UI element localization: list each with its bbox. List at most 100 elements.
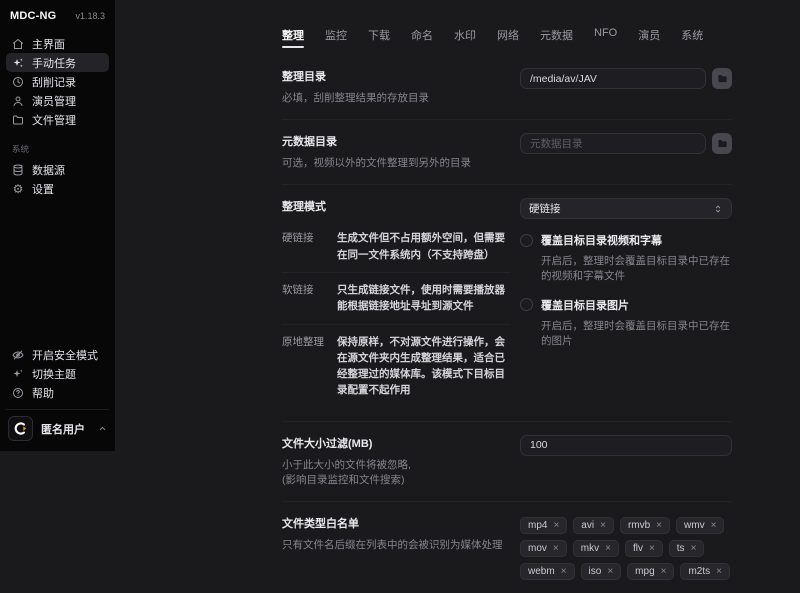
sidebar-item-data-source[interactable]: 数据源 [6,160,109,179]
tab-actor[interactable]: 演员 [638,27,660,52]
field-organize-mode: 整理模式 硬链接 生成文件但不占用额外空间，但需要在同一文件系统内（不支持跨盘）… [282,185,732,421]
tab-organize[interactable]: 整理 [282,27,304,52]
tag-iso: iso × [581,563,622,580]
browse-folder-button[interactable] [712,133,732,154]
field-organize-dir: 整理目录 必填，刮削整理结果的存放目录 [282,55,732,120]
tab-watermark[interactable]: 水印 [454,27,476,52]
sidebar-item-switch-theme[interactable]: 切换主题 [6,364,109,383]
user-icon [12,95,24,107]
toggle-desc: 开启后，整理时会覆盖目标目录中已存在的视频和字幕文件 [541,254,732,283]
checkbox-overwrite-video[interactable] [520,234,533,247]
field-desc: 可选，视频以外的文件整理到另外的目录 [282,156,510,171]
sidebar-item-label: 文件管理 [32,112,76,128]
tag-remove-icon[interactable]: × [649,544,655,554]
tag-label: avi [581,520,594,531]
tag-wmv: wmv × [676,517,724,534]
database-icon [12,164,24,176]
whitelist-tags: mp4× avi× rmvb× wmv× mov× mkv× flv× ts× … [520,517,732,580]
tag-mpg: mpg× [627,563,674,580]
tag-ts: ts × [669,540,705,557]
field-label: 文件大小过滤(MB) [282,435,510,451]
field-size-filter: 文件大小过滤(MB) 小于此大小的文件将被忽略, (影响目录监控和文件搜索) [282,422,732,502]
sidebar-item-label: 主界面 [32,36,65,52]
tag-remove-icon[interactable]: × [661,567,667,577]
field-type-whitelist: 文件类型白名单 只有文件名后缀在列表中的会被识别为媒体处理 mp4× avi× … [282,502,732,593]
tag-remove-icon[interactable]: × [656,521,662,531]
user-name: 匿名用户 [41,421,90,437]
tab-nfo[interactable]: NFO [594,27,617,52]
tag-avi: avi × [573,517,614,534]
sidebar-footer: 开启安全模式 切换主题 帮助 匿名用户 [6,345,109,443]
organize-mode-select[interactable]: 硬链接 [520,198,732,219]
organize-dir-input[interactable] [520,68,706,89]
tag-label: wmv [684,520,705,531]
sidebar-item-label: 切换主题 [32,366,76,382]
sidebar-item-label: 开启安全模式 [32,347,98,363]
tag-label: mkv [581,543,599,554]
home-icon [12,38,24,50]
tag-m2ts: m2ts × [680,563,730,580]
main-panel: 整理 监控 下载 命名 水印 网络 元数据 NFO 演员 系统 整理目录 必填，… [116,0,800,451]
sidebar-item-home[interactable]: 主界面 [6,34,109,53]
field-desc: 只有文件名后缀在列表中的会被识别为媒体处理 [282,538,510,553]
sidebar-item-settings[interactable]: ⚙ 设置 [6,179,109,198]
tag-rmvb: rmvb× [620,517,670,534]
metadata-dir-input[interactable] [520,133,706,154]
field-desc-line2: (影响目录监控和文件搜索) [282,473,510,488]
selected-option: 硬链接 [529,201,561,216]
tab-monitor[interactable]: 监控 [325,27,347,52]
avatar [8,416,33,441]
tag-mov: mov × [520,540,567,557]
tab-network[interactable]: 网络 [497,27,519,52]
tag-remove-icon[interactable]: × [605,544,611,554]
tag-label: mov [528,543,547,554]
toggle-overwrite-images: 覆盖目标目录图片 开启后，整理时会覆盖目标目录中已存在的图片 [520,297,732,348]
user-menu[interactable]: 匿名用户 [6,409,109,443]
tag-remove-icon[interactable]: × [711,521,717,531]
chevron-up-down-icon [713,204,723,214]
tag-webm: webm × [520,563,575,580]
tag-remove-icon[interactable]: × [600,521,606,531]
sidebar-item-actor-management[interactable]: 演员管理 [6,91,109,110]
sidebar-item-safe-mode[interactable]: 开启安全模式 [6,345,109,364]
tag-remove-icon[interactable]: × [553,544,559,554]
tab-system[interactable]: 系统 [681,27,703,52]
tag-label: flv [633,543,643,554]
folder-icon [717,72,728,85]
tag-label: ts [677,543,685,554]
size-filter-input[interactable] [520,435,732,456]
tab-download[interactable]: 下载 [368,27,390,52]
tab-naming[interactable]: 命名 [411,27,433,52]
tag-remove-icon[interactable]: × [691,544,697,554]
sidebar-item-manual-task[interactable]: 手动任务 [6,53,109,72]
sidebar: MDC-NG v1.18.3 主界面 手动任务 刮削记录 演员管理 文件管理 系… [0,0,116,451]
sidebar-item-label: 演员管理 [32,93,76,109]
tag-remove-icon[interactable]: × [553,521,559,531]
tab-metadata[interactable]: 元数据 [540,27,573,52]
sidebar-item-label: 手动任务 [32,55,76,71]
browse-folder-button[interactable] [712,68,732,89]
tag-label: webm [528,566,555,577]
tag-label: m2ts [688,566,710,577]
tag-label: iso [589,566,602,577]
clock-icon [12,76,24,88]
sidebar-item-scrape-records[interactable]: 刮削记录 [6,72,109,91]
sidebar-item-label: 数据源 [32,162,65,178]
app-version: v1.18.3 [75,11,105,21]
sidebar-item-help[interactable]: 帮助 [6,383,109,402]
sidebar-item-file-management[interactable]: 文件管理 [6,110,109,129]
tag-remove-icon[interactable]: × [716,567,722,577]
sidebar-item-label: 设置 [32,181,54,197]
checkbox-overwrite-images[interactable] [520,298,533,311]
organize-settings-form: 整理目录 必填，刮削整理结果的存放目录 元数据目录 可选，视频以外的文件整理到另 [282,55,732,593]
field-label: 整理目录 [282,68,510,84]
chevron-up-icon [98,424,107,433]
tag-remove-icon[interactable]: × [561,567,567,577]
tag-flv: flv × [625,540,663,557]
folder-icon [12,114,24,126]
mode-def-text: 生成文件但不占用额外空间，但需要在同一文件系统内（不支持跨盘） [337,230,510,263]
tag-remove-icon[interactable]: × [607,567,613,577]
help-icon [12,387,24,399]
field-label: 文件类型白名单 [282,515,510,531]
mode-def-inplace: 原地整理 保持原样，不对源文件进行操作，会在源文件夹内生成整理结果，适合已经整理… [282,325,510,408]
